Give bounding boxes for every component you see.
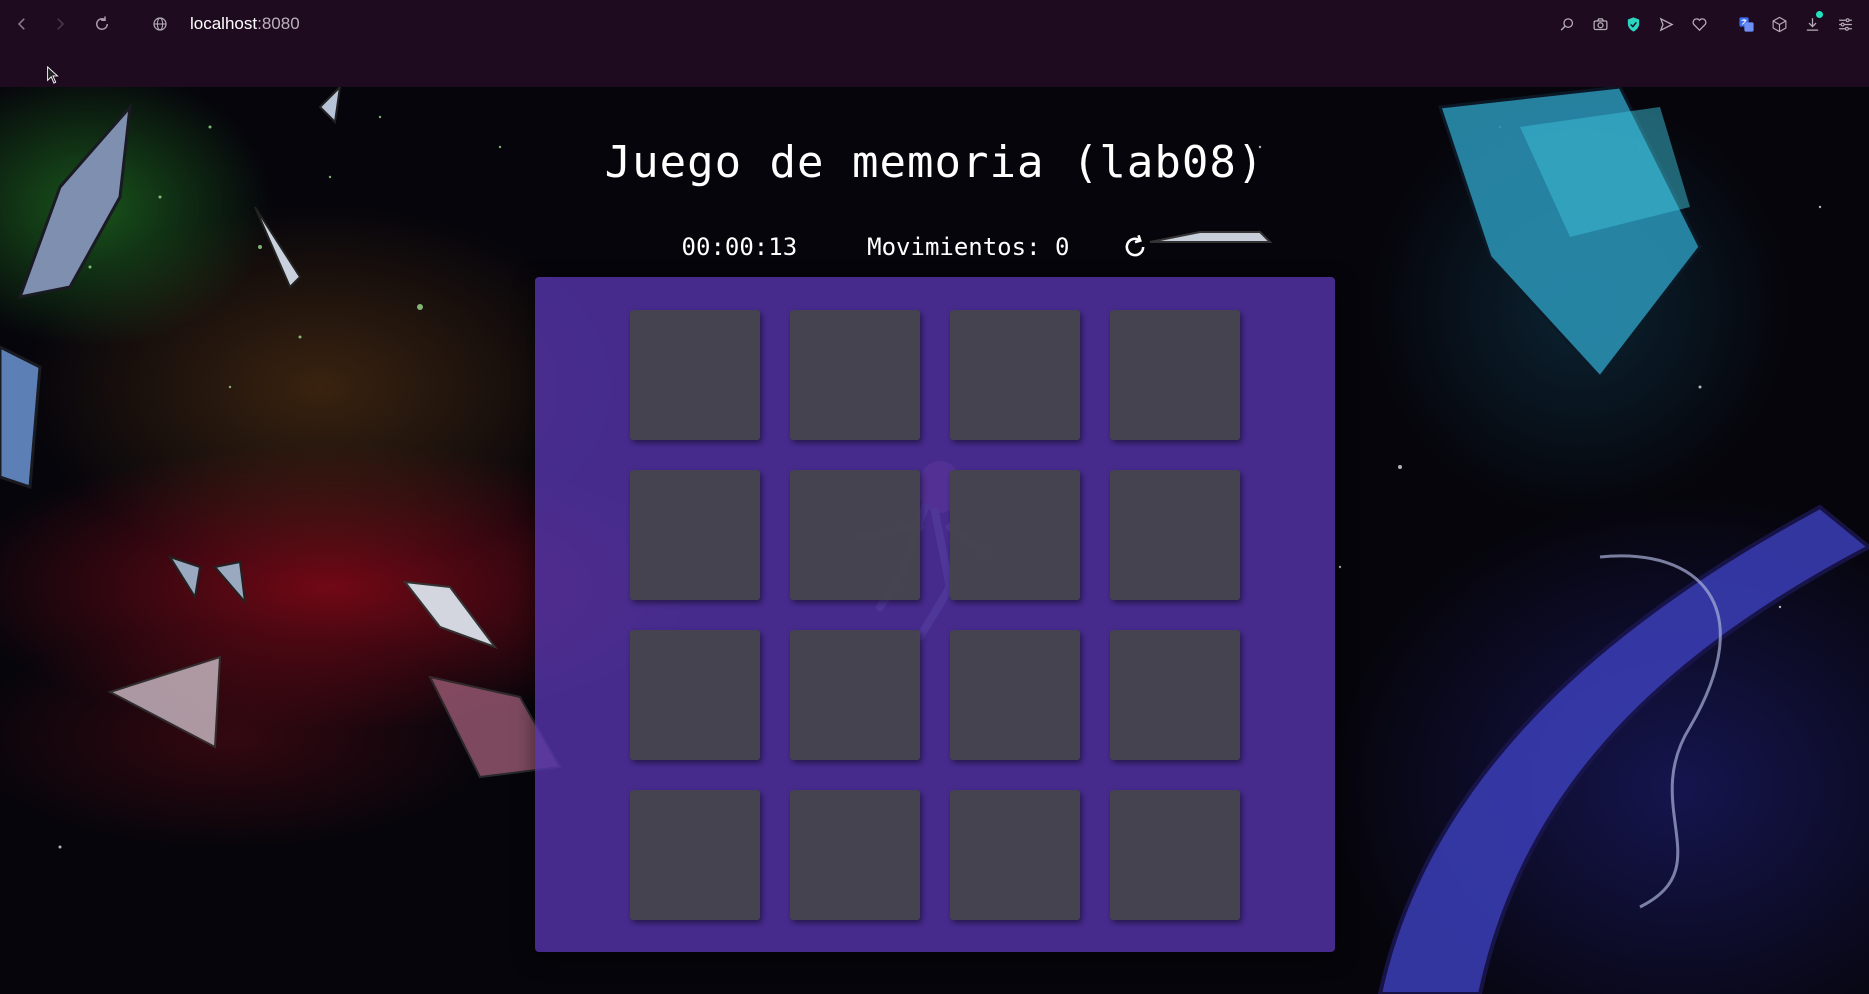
box-icon[interactable] — [1766, 10, 1793, 38]
memory-card[interactable] — [790, 790, 920, 920]
url-port: :8080 — [257, 14, 300, 33]
extension-icons — [1554, 10, 1859, 38]
memory-card[interactable] — [1110, 470, 1240, 600]
memory-card[interactable] — [1110, 790, 1240, 920]
moves-value: 0 — [1054, 233, 1070, 261]
settings-icon[interactable] — [1832, 10, 1859, 38]
moves-counter: Movimientos: 0 — [867, 233, 1069, 261]
download-icon[interactable] — [1799, 10, 1826, 38]
download-badge — [1816, 11, 1823, 18]
game-board — [535, 277, 1335, 952]
memory-card[interactable] — [630, 790, 760, 920]
moves-label: Movimientos: — [867, 233, 1055, 261]
memory-card[interactable] — [950, 790, 1080, 920]
zoom-icon[interactable] — [1554, 10, 1581, 38]
score-panel: 00:00:13 Movimientos: 0 — [0, 227, 1851, 267]
camera-icon[interactable] — [1587, 10, 1614, 38]
memory-card[interactable] — [950, 310, 1080, 440]
translate-icon[interactable] — [1733, 10, 1760, 38]
memory-card[interactable] — [1110, 310, 1240, 440]
restart-icon[interactable] — [1119, 231, 1151, 263]
heart-icon[interactable] — [1686, 10, 1713, 38]
memory-card[interactable] — [950, 470, 1080, 600]
page-title: Juego de memoria (lab08) — [604, 137, 1265, 188]
site-info-icon[interactable] — [146, 10, 174, 38]
memory-card[interactable] — [790, 630, 920, 760]
timer: 00:00:13 — [681, 233, 798, 261]
send-icon[interactable] — [1653, 10, 1680, 38]
memory-card[interactable] — [790, 310, 920, 440]
memory-card[interactable] — [630, 470, 760, 600]
game-page: Juego de memoria (lab08) 00:00:13 Movimi… — [0, 87, 1869, 994]
memory-card[interactable] — [1110, 630, 1240, 760]
memory-card[interactable] — [950, 630, 1080, 760]
reload-icon[interactable] — [88, 10, 116, 38]
memory-card[interactable] — [630, 310, 760, 440]
shield-icon[interactable] — [1620, 10, 1647, 38]
url-host: localhost — [190, 14, 258, 33]
address-bar[interactable]: localhost:8080 — [190, 12, 300, 36]
memory-card[interactable] — [790, 470, 920, 600]
memory-card[interactable] — [630, 630, 760, 760]
forward-icon[interactable] — [46, 10, 74, 38]
mouse-cursor-icon — [47, 66, 59, 84]
back-icon[interactable] — [8, 10, 36, 38]
browser-toolbar: localhost:8080 — [0, 0, 1869, 87]
card-grid — [630, 310, 1240, 920]
